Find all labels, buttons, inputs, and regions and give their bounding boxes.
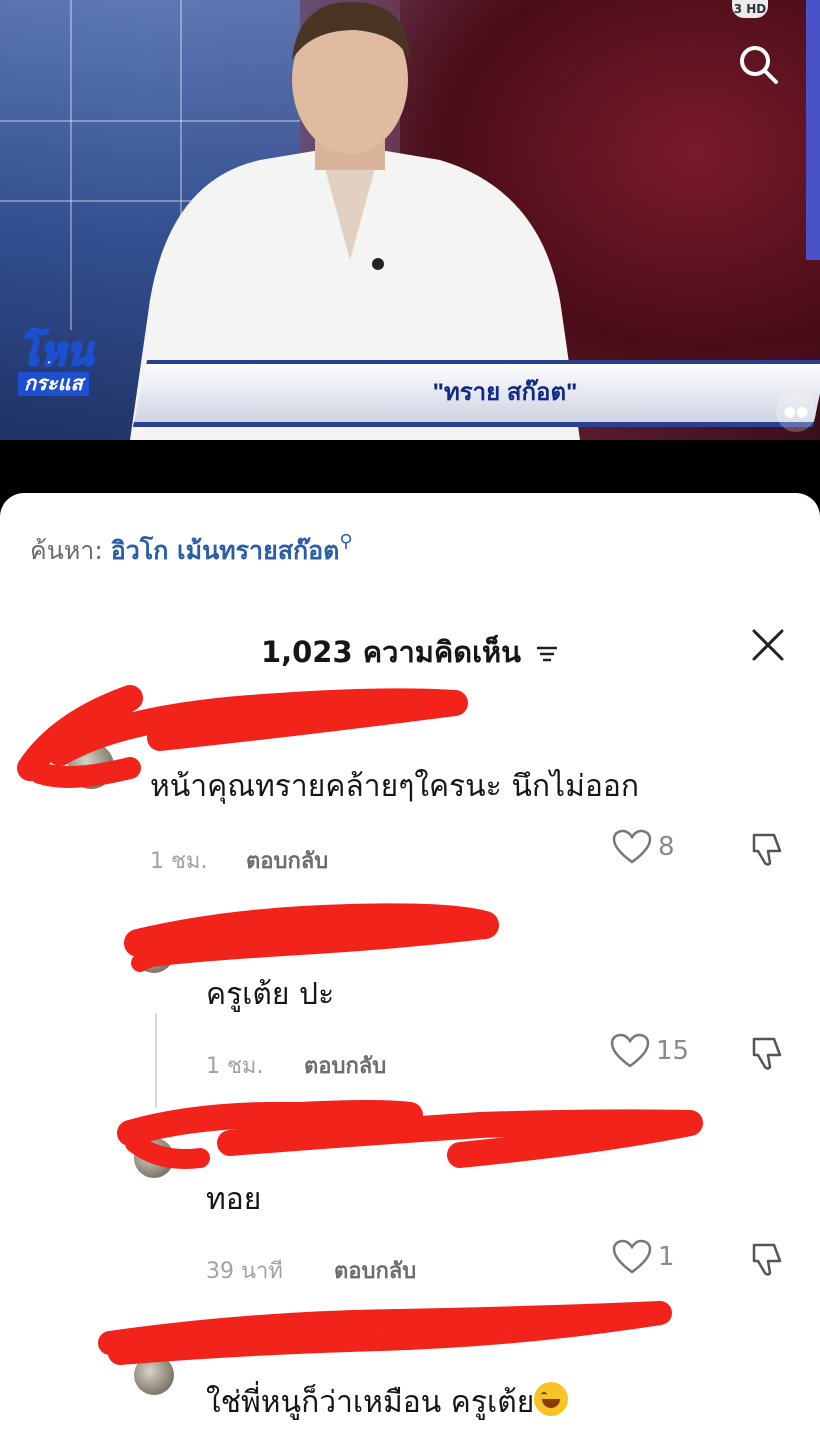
like-count: 8	[658, 832, 675, 862]
show-logo-line1: โหน	[17, 330, 94, 374]
avatar[interactable]	[134, 1138, 174, 1178]
search-suggestion[interactable]: ค้นหา: อิวโก เม้นทรายสก๊อต⚲	[30, 531, 353, 571]
like-count: 15	[656, 1036, 690, 1066]
close-icon[interactable]	[750, 627, 786, 663]
avatar[interactable]	[134, 1355, 174, 1395]
like-button[interactable]: 15	[610, 1033, 689, 1069]
comment-text: ใช่พี่หนูก็ว่าเหมือน ครูเต้ย	[206, 1385, 535, 1420]
comment-time: 39 นาที	[206, 1259, 283, 1284]
search-icon[interactable]	[734, 40, 782, 88]
like-button[interactable]: 1	[612, 1239, 675, 1275]
comments-panel: ค้นหา: อิวโก เม้นทรายสก๊อต⚲ 1,023 ความคิ…	[0, 493, 820, 1447]
heart-icon	[612, 829, 652, 864]
reply-button[interactable]: ตอบกลับ	[246, 843, 328, 878]
comment-time: 1 ชม.	[150, 849, 208, 874]
reply-button[interactable]: ตอบกลับ	[334, 1253, 416, 1288]
search-prefix: ค้นหา:	[30, 536, 103, 565]
person-icon[interactable]: ●●	[776, 392, 816, 432]
dislike-icon[interactable]	[746, 1033, 786, 1073]
like-button[interactable]: 8	[612, 829, 675, 865]
comments-count-header: 1,023 ความคิดเห็น	[0, 629, 820, 675]
heart-icon	[612, 1239, 652, 1274]
comment-text-wrap: ใช่พี่หนูก็ว่าเหมือน ครูเต้ย	[206, 1379, 569, 1426]
comment-text: ครูเต้ย ปะ	[206, 977, 335, 1012]
video-player[interactable]: 3 HD โหน กระแส "ทราย สก๊อต" ●●	[0, 0, 820, 440]
comment-time: 1 ชม.	[206, 1054, 264, 1079]
heart-icon	[610, 1033, 650, 1068]
like-count: 1	[658, 1242, 675, 1272]
studio-blue-bar	[806, 0, 820, 260]
search-icon[interactable]: ⚲	[339, 531, 352, 552]
dislike-icon[interactable]	[746, 829, 786, 869]
avatar[interactable]	[134, 933, 174, 973]
comment-username[interactable]: ...nome 1...	[152, 713, 277, 738]
reply-button[interactable]: ตอบกลับ	[304, 1048, 386, 1083]
comments-count: 1,023 ความคิดเห็น	[260, 635, 521, 669]
studio-grid-line	[70, 0, 72, 330]
comment-text: หน้าคุณทรายคล้ายๆใครนะ นึกไม่ออก	[150, 769, 640, 804]
dislike-icon[interactable]	[746, 1239, 786, 1279]
comment-text: ทอย	[206, 1182, 262, 1217]
thread-line	[155, 1013, 157, 1108]
channel-logo: 3 HD	[732, 0, 768, 18]
search-query[interactable]: อิวโก เม้นทรายสก๊อต	[111, 536, 340, 565]
laughing-crying-emoji	[534, 1382, 569, 1416]
filter-icon[interactable]	[535, 645, 559, 663]
guest-caption: "ทราย สก๊อต"	[432, 379, 578, 406]
avatar[interactable]	[68, 743, 114, 789]
